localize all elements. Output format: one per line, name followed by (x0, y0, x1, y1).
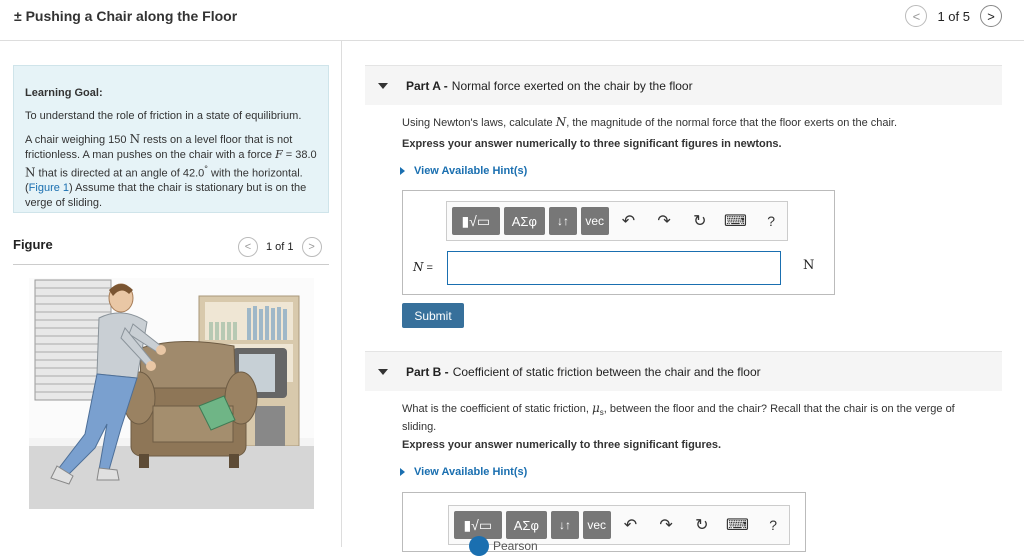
collapse-triangle-icon[interactable] (378, 368, 388, 375)
part-b-title: Coefficient of static friction between t… (452, 364, 761, 379)
part-b-instruction: Express your answer numerically to three… (402, 439, 722, 451)
page-title: ± Pushing a Chair along the Floor (14, 8, 238, 24)
top-bar: ± Pushing a Chair along the Floor < 1 of… (0, 0, 1024, 41)
learning-goal-intro: To understand the role of friction in a … (25, 109, 302, 122)
keyboard-icon[interactable]: ⌨ (722, 511, 754, 539)
updown-button[interactable]: ↓↑ (551, 511, 579, 539)
figure-pager: < 1 of 1 > (238, 237, 322, 257)
prev-figure-button[interactable]: < (238, 237, 258, 257)
learning-goal-box: Learning Goal: To understand the role of… (13, 65, 329, 213)
next-item-button[interactable]: > (980, 5, 1002, 27)
symbols-button[interactable]: ΑΣφ (503, 207, 546, 235)
help-icon[interactable]: ? (757, 511, 789, 539)
caret-right-icon (400, 468, 405, 476)
keyboard-icon[interactable]: ⌨ (720, 207, 752, 235)
part-a-answer-box: ▮√▭ ΑΣφ ↓↑ vec ↶ ↷ ↻ ⌨ ? N = N (402, 190, 835, 295)
chevron-left-icon: < (244, 241, 252, 253)
learning-goal-heading: Learning Goal: (25, 87, 103, 99)
item-pager-text: 1 of 5 (937, 8, 970, 24)
normal-force-input[interactable] (447, 251, 781, 285)
math-toolbar: ▮√▭ ΑΣφ ↓↑ vec ↶ ↷ ↻ ⌨ ? (446, 201, 788, 241)
item-pager: < 1 of 5 > (905, 5, 1002, 27)
part-a-header[interactable]: Part A - Normal force exerted on the cha… (365, 65, 1002, 105)
figure-1-link[interactable]: Figure 1 (29, 182, 69, 194)
symbols-button[interactable]: ΑΣφ (505, 511, 548, 539)
pearson-logo: Pearson (469, 536, 538, 556)
man-pushing-chair-illustration (29, 278, 314, 509)
undo-icon[interactable]: ↶ (613, 207, 645, 235)
redo-icon[interactable]: ↷ (648, 207, 680, 235)
figure-pager-text: 1 of 1 (266, 241, 294, 253)
figure-heading: Figure (13, 237, 53, 252)
unit-label: N (803, 258, 815, 273)
reset-icon[interactable]: ↻ (686, 511, 718, 539)
collapse-triangle-icon[interactable] (378, 82, 388, 89)
problem-statement: A chair weighing 150 N rests on a level … (25, 132, 317, 209)
equation-label: N = (413, 260, 433, 274)
pearson-logo-icon (469, 536, 489, 556)
vec-button[interactable]: vec (580, 207, 609, 235)
redo-icon[interactable]: ↷ (650, 511, 682, 539)
part-a-instruction: Express your answer numerically to three… (402, 138, 782, 150)
part-b-label: Part B - (406, 364, 449, 379)
part-b-header[interactable]: Part B - Coefficient of static friction … (365, 351, 1002, 391)
chevron-left-icon: < (912, 8, 921, 24)
submit-button[interactable]: Submit (402, 303, 464, 328)
figure-divider (13, 264, 329, 265)
right-panel: Part A - Normal force exerted on the cha… (343, 41, 1024, 556)
reset-icon[interactable]: ↻ (684, 207, 716, 235)
undo-icon[interactable]: ↶ (615, 511, 647, 539)
part-b-question: What is the coefficient of static fricti… (402, 401, 955, 434)
part-a-title: Normal force exerted on the chair by the… (451, 78, 693, 93)
vec-button[interactable]: vec (582, 511, 611, 539)
help-icon[interactable]: ? (755, 207, 787, 235)
templates-button[interactable]: ▮√▭ (452, 207, 500, 235)
left-panel: Learning Goal: To understand the role of… (0, 41, 342, 547)
next-figure-button[interactable]: > (301, 237, 322, 257)
chevron-right-icon: > (987, 8, 995, 24)
part-b-answer-box: ▮√▭ ΑΣφ ↓↑ vec ↶ ↷ ↻ ⌨ ? (402, 492, 806, 552)
updown-button[interactable]: ↓↑ (549, 207, 577, 235)
part-a-label: Part A - (406, 78, 448, 93)
prev-item-button[interactable]: < (905, 5, 928, 27)
part-b-hint-link[interactable]: View Available Hint(s) (400, 466, 527, 478)
part-a-hint-link[interactable]: View Available Hint(s) (400, 165, 527, 177)
part-a-question: Using Newton's laws, calculate N, the ma… (402, 115, 898, 129)
chevron-right-icon: > (308, 241, 315, 253)
caret-right-icon (400, 167, 405, 175)
templates-button[interactable]: ▮√▭ (454, 511, 502, 539)
